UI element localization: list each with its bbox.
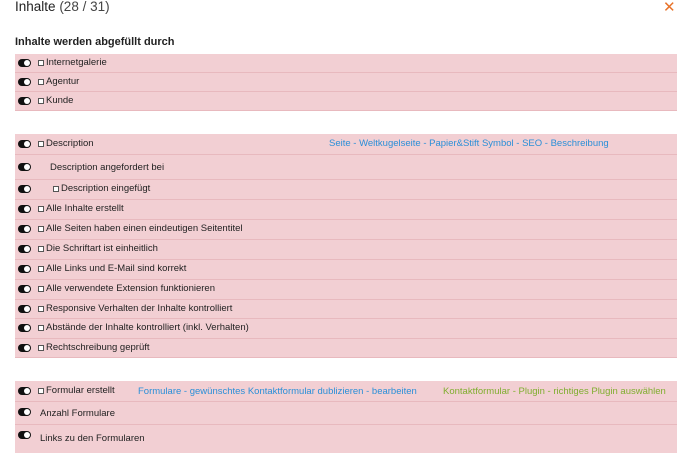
row-label: Internetgalerie <box>46 57 107 68</box>
checkbox[interactable] <box>38 206 44 212</box>
toggle-switch[interactable] <box>18 265 31 273</box>
row-label: Alle Seiten haben einen eindeutigen Seit… <box>46 223 243 234</box>
dialog-title-count: (28 / 31) <box>59 0 110 14</box>
checklist-row-anzahl-formulare: Anzahl Formulare <box>15 402 677 425</box>
row-label: Anzahl Formulare <box>40 408 115 419</box>
toggle-switch[interactable] <box>18 97 31 105</box>
checklist-row-description: Description Seite - Weltkugelseite - Pap… <box>15 134 677 155</box>
checkbox[interactable] <box>38 286 44 292</box>
section-subtitle: Inhalte werden abgefüllt durch <box>15 36 175 48</box>
checklist-row-extension: Alle verwendete Extension funktionieren <box>15 280 677 300</box>
instruction-link-plugin[interactable]: Kontaktformular - Plugin - richtiges Plu… <box>443 386 666 397</box>
checkbox[interactable] <box>38 226 44 232</box>
instruction-link[interactable]: Formulare - gewünschtes Kontaktformular … <box>138 386 417 397</box>
toggle-switch[interactable] <box>18 185 31 193</box>
dialog-header: Inhalte (28 / 31) ✕ <box>0 0 700 18</box>
checkbox[interactable] <box>38 246 44 252</box>
checklist-row-schriftart: Die Schriftart ist einheitlich <box>15 240 677 260</box>
toggle-switch[interactable] <box>18 324 31 332</box>
toggle-switch[interactable] <box>18 408 31 416</box>
checkbox[interactable] <box>38 79 44 85</box>
checklist-row-links-formulare: Links zu den Formularen <box>15 425 677 453</box>
close-icon[interactable]: ✕ <box>663 0 676 15</box>
checkbox[interactable] <box>38 60 44 66</box>
toggle-switch[interactable] <box>18 344 31 352</box>
checklist-row-seitentitel: Alle Seiten haben einen eindeutigen Seit… <box>15 220 677 240</box>
toggle-switch[interactable] <box>18 387 31 395</box>
row-label: Alle Inhalte erstellt <box>46 203 124 214</box>
toggle-switch[interactable] <box>18 225 31 233</box>
row-label: Formular erstellt <box>46 385 115 396</box>
checklist-row-formular-erstellt: Formular erstellt Formulare - gewünschte… <box>15 381 677 402</box>
toggle-switch[interactable] <box>18 163 31 171</box>
checklist-row-abstaende: Abstände der Inhalte kontrolliert (inkl.… <box>15 319 677 339</box>
checklist-row-internetgalerie: Internetgalerie <box>15 54 677 73</box>
toggle-switch[interactable] <box>18 245 31 253</box>
row-label: Description angefordert bei <box>50 162 165 173</box>
row-label: Agentur <box>46 76 80 87</box>
toggle-switch[interactable] <box>18 285 31 293</box>
dialog-title-text: Inhalte <box>15 0 56 14</box>
row-label: Responsive Verhalten der Inhalte kontrol… <box>46 303 233 314</box>
checklist-row-inhalte-erstellt: Alle Inhalte erstellt <box>15 200 677 220</box>
checklist-row-agentur: Agentur <box>15 73 677 92</box>
toggle-switch[interactable] <box>18 59 31 67</box>
checkbox[interactable] <box>38 345 44 351</box>
checkbox[interactable] <box>38 266 44 272</box>
row-label: Description eingefügt <box>61 183 151 194</box>
row-label: Description <box>46 138 94 149</box>
checkbox[interactable] <box>38 325 44 331</box>
toggle-switch[interactable] <box>18 78 31 86</box>
dialog-title: Inhalte (28 / 31) <box>15 0 110 14</box>
checkbox[interactable] <box>38 141 44 147</box>
checklist-row-description-eingefuegt: Description eingefügt <box>15 180 677 200</box>
instruction-link[interactable]: Seite - Weltkugelseite - Papier&Stift Sy… <box>329 138 609 149</box>
toggle-switch[interactable] <box>18 305 31 313</box>
checkbox[interactable] <box>38 388 44 394</box>
checklist-row-description-angefordert: Description angefordert bei <box>15 155 677 180</box>
checklist-row-kunde: Kunde <box>15 92 677 111</box>
checkbox[interactable] <box>38 98 44 104</box>
row-label: Alle Links und E-Mail sind korrekt <box>46 263 187 274</box>
toggle-switch[interactable] <box>18 140 31 148</box>
row-label: Kunde <box>46 95 74 106</box>
checklist-row-links-email: Alle Links und E-Mail sind korrekt <box>15 260 677 280</box>
row-label: Die Schriftart ist einheitlich <box>46 243 158 254</box>
row-label: Alle verwendete Extension funktionieren <box>46 283 215 294</box>
checkbox[interactable] <box>53 186 59 192</box>
toggle-switch[interactable] <box>18 431 31 439</box>
toggle-switch[interactable] <box>18 205 31 213</box>
checkbox[interactable] <box>38 306 44 312</box>
row-label: Links zu den Formularen <box>40 433 145 444</box>
row-label: Rechtschreibung geprüft <box>46 342 150 353</box>
checklist-row-rechtschreibung: Rechtschreibung geprüft <box>15 339 677 358</box>
checklist-row-responsive: Responsive Verhalten der Inhalte kontrol… <box>15 300 677 319</box>
row-label: Abstände der Inhalte kontrolliert (inkl.… <box>46 322 249 333</box>
